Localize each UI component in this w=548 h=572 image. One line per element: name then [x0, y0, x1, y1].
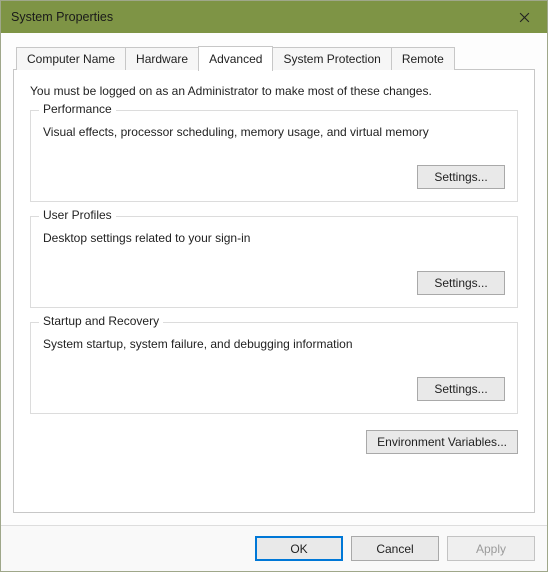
apply-button: Apply: [447, 536, 535, 561]
ok-button[interactable]: OK: [255, 536, 343, 561]
startup-recovery-settings-button[interactable]: Settings...: [417, 377, 505, 401]
close-button[interactable]: [501, 1, 547, 33]
close-icon: [519, 12, 530, 23]
tab-hardware[interactable]: Hardware: [125, 47, 199, 70]
dialog-button-bar: OK Cancel Apply: [1, 525, 547, 571]
environment-variables-row: Environment Variables...: [30, 430, 518, 454]
group-user-profiles: User Profiles Desktop settings related t…: [30, 216, 518, 308]
tab-system-protection[interactable]: System Protection: [272, 47, 391, 70]
admin-note-text: You must be logged on as an Administrato…: [30, 84, 518, 98]
tab-panel-advanced: You must be logged on as an Administrato…: [13, 69, 535, 513]
tab-computer-name[interactable]: Computer Name: [16, 47, 126, 70]
group-user-profiles-buttons: Settings...: [43, 271, 505, 295]
performance-settings-button[interactable]: Settings...: [417, 165, 505, 189]
tab-strip: Computer Name Hardware Advanced System P…: [13, 45, 535, 70]
tab-remote[interactable]: Remote: [391, 47, 455, 70]
group-user-profiles-legend: User Profiles: [39, 208, 116, 222]
titlebar: System Properties: [1, 1, 547, 33]
group-startup-recovery-desc: System startup, system failure, and debu…: [43, 337, 505, 351]
group-performance: Performance Visual effects, processor sc…: [30, 110, 518, 202]
group-startup-recovery-legend: Startup and Recovery: [39, 314, 163, 328]
group-performance-legend: Performance: [39, 102, 116, 116]
cancel-button[interactable]: Cancel: [351, 536, 439, 561]
user-profiles-settings-button[interactable]: Settings...: [417, 271, 505, 295]
environment-variables-button[interactable]: Environment Variables...: [366, 430, 518, 454]
group-startup-recovery-buttons: Settings...: [43, 377, 505, 401]
group-performance-buttons: Settings...: [43, 165, 505, 189]
group-startup-recovery: Startup and Recovery System startup, sys…: [30, 322, 518, 414]
system-properties-window: System Properties Computer Name Hardware…: [0, 0, 548, 572]
group-user-profiles-desc: Desktop settings related to your sign-in: [43, 231, 505, 245]
dialog-content: Computer Name Hardware Advanced System P…: [1, 33, 547, 525]
group-performance-desc: Visual effects, processor scheduling, me…: [43, 125, 505, 139]
tab-advanced[interactable]: Advanced: [198, 46, 273, 71]
window-title: System Properties: [11, 10, 113, 24]
